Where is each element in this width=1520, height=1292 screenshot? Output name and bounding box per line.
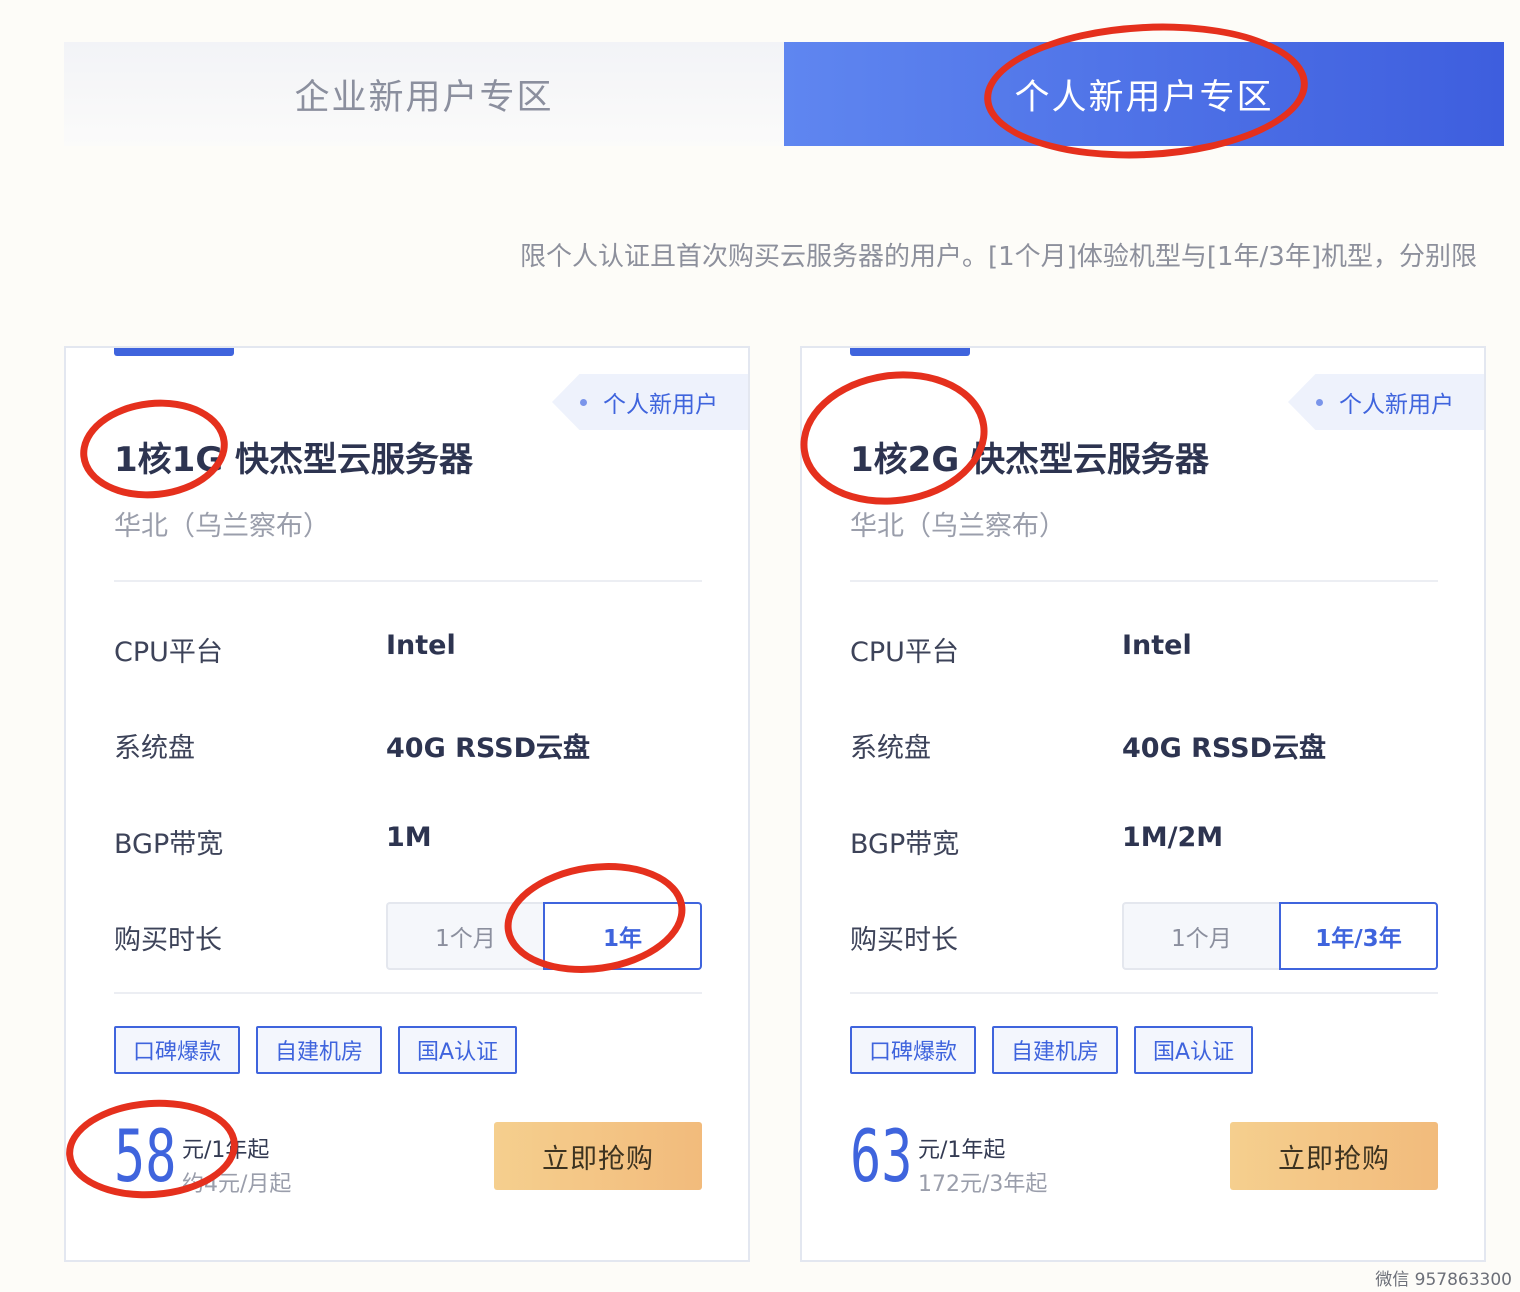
duration-option-1month[interactable]: 1个月 bbox=[386, 902, 543, 970]
dot-icon bbox=[580, 398, 587, 406]
product-region: 华北（乌兰察布） bbox=[114, 511, 330, 542]
spec-value-disk: 40G RSSD云盘 bbox=[1122, 733, 1327, 764]
duration-selector: 1个月 1年 bbox=[386, 902, 702, 970]
tag-certified: 国A认证 bbox=[398, 1026, 518, 1074]
spec-value-disk: 40G RSSD云盘 bbox=[386, 733, 591, 764]
spec-value-bandwidth: 1M/2M bbox=[1122, 822, 1224, 853]
price-monthly: 约4元/月起 bbox=[182, 1172, 292, 1197]
spec-label-disk: 系统盘 bbox=[850, 733, 931, 764]
divider bbox=[114, 992, 702, 994]
spec-value-cpu: Intel bbox=[1122, 630, 1192, 661]
tag-popular: 口碑爆款 bbox=[114, 1026, 241, 1074]
spec-label-disk: 系统盘 bbox=[114, 733, 195, 764]
dot-icon bbox=[1316, 398, 1323, 406]
eligibility-note: 限个人认证且首次购买云服务器的用户。[1个月]体验机型与[1年/3年]机型，分别… bbox=[520, 242, 1477, 272]
divider bbox=[850, 580, 1438, 582]
tab-personal-new-users[interactable]: 个人新用户专区 bbox=[784, 42, 1504, 146]
badge-label: 个人新用户 bbox=[1339, 392, 1454, 418]
new-user-badge: 个人新用户 bbox=[552, 374, 748, 430]
badge-label: 个人新用户 bbox=[603, 392, 718, 418]
duration-option-1-3year[interactable]: 1年/3年 bbox=[1279, 902, 1438, 970]
feature-tags: 口碑爆款 自建机房 国A认证 bbox=[850, 1026, 1269, 1074]
duration-option-1month[interactable]: 1个月 bbox=[1122, 902, 1279, 970]
tab-enterprise-new-users[interactable]: 企业新用户专区 bbox=[64, 42, 784, 146]
price-3year: 172元/3年起 bbox=[918, 1172, 1048, 1197]
divider bbox=[114, 580, 702, 582]
price-amount: 58 bbox=[114, 1114, 177, 1198]
buy-now-button[interactable]: 立即抢购 bbox=[494, 1122, 702, 1190]
duration-option-1year[interactable]: 1年 bbox=[543, 902, 702, 970]
product-title: 1核2G 快杰型云服务器 bbox=[850, 440, 1210, 480]
card-accent-bar bbox=[850, 348, 970, 356]
product-card-1c2g: 个人新用户 1核2G 快杰型云服务器 华北（乌兰察布） CPU平台 Intel … bbox=[800, 346, 1486, 1262]
duration-label: 购买时长 bbox=[114, 925, 222, 956]
spec-value-bandwidth: 1M bbox=[386, 822, 432, 853]
spec-label-bandwidth: BGP带宽 bbox=[850, 829, 960, 860]
feature-tags: 口碑爆款 自建机房 国A认证 bbox=[114, 1026, 533, 1074]
product-card-1c1g: 个人新用户 1核1G 快杰型云服务器 华北（乌兰察布） CPU平台 Intel … bbox=[64, 346, 750, 1262]
spec-label-bandwidth: BGP带宽 bbox=[114, 829, 224, 860]
duration-selector: 1个月 1年/3年 bbox=[1122, 902, 1438, 970]
duration-label: 购买时长 bbox=[850, 925, 958, 956]
spec-label-cpu: CPU平台 bbox=[850, 637, 959, 668]
tag-own-datacenter: 自建机房 bbox=[256, 1026, 383, 1074]
spec-value-cpu: Intel bbox=[386, 630, 456, 661]
tag-popular: 口碑爆款 bbox=[850, 1026, 977, 1074]
product-title: 1核1G 快杰型云服务器 bbox=[114, 440, 474, 480]
tag-own-datacenter: 自建机房 bbox=[992, 1026, 1119, 1074]
divider bbox=[850, 992, 1438, 994]
tag-certified: 国A认证 bbox=[1134, 1026, 1254, 1074]
price-unit: 元/1年起 bbox=[182, 1138, 270, 1163]
wechat-watermark: 微信 957863300 bbox=[1375, 1270, 1512, 1290]
spec-label-cpu: CPU平台 bbox=[114, 637, 223, 668]
card-accent-bar bbox=[114, 348, 234, 356]
buy-now-button[interactable]: 立即抢购 bbox=[1230, 1122, 1438, 1190]
price-amount: 63 bbox=[850, 1114, 913, 1198]
price-unit: 元/1年起 bbox=[918, 1138, 1006, 1163]
new-user-badge: 个人新用户 bbox=[1288, 374, 1484, 430]
product-region: 华北（乌兰察布） bbox=[850, 511, 1066, 542]
